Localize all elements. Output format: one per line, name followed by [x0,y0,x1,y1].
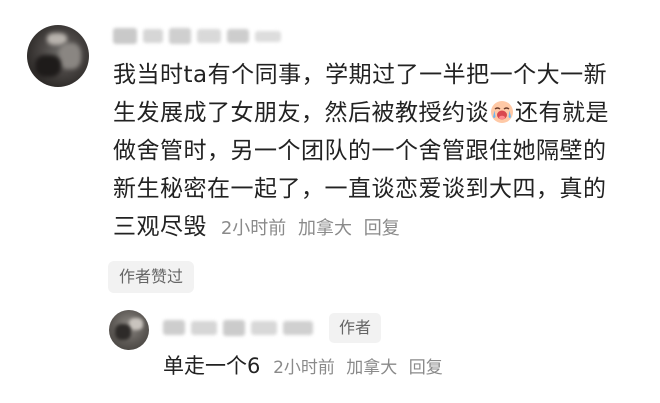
commenter-avatar[interactable] [27,25,89,87]
reply-meta: 2小时前 加拿大 回复 [267,358,443,378]
crying-face-emoji-icon [491,101,513,123]
comment-thread: 我当时ta有个同事，学期过了一半把一个大一新 生发展成了女朋友，然后被教授约谈 … [0,0,660,403]
comment-location: 加拿大 [298,218,352,239]
reply-reply-button[interactable]: 回复 [409,358,443,378]
commenter-username-blurred[interactable] [113,24,283,46]
reply-location: 加拿大 [346,358,398,378]
reply-content: 单走一个6 [163,354,261,378]
reply-username-blurred[interactable] [163,316,323,338]
author-tag: 作者 [329,313,382,343]
reply-avatar[interactable] [109,310,149,350]
reply-body: 单走一个6 2小时前 加拿大 回复 [163,349,443,385]
comment-body: 我当时ta有个同事，学期过了一半把一个大一新 生发展成了女朋友，然后被教授约谈 … [113,56,638,248]
reply-time: 2小时前 [273,358,335,378]
comment-reply-button[interactable]: 回复 [364,218,400,239]
comment-meta: 2小时前 加拿大 回复 [215,218,400,239]
comment-line-4: 新生秘密在一起了，一直谈恋爱谈到大四，真的 [113,176,607,202]
comment-line-2b: 还有就是 [515,100,609,126]
comment-line-5: 三观尽毁 [113,214,207,240]
comment-line-3: 做舍管时，另一个团队的一个舍管跟住她隔壁的 [113,138,607,164]
author-liked-badge: 作者赞过 [108,261,195,293]
comment-line-1: 我当时ta有个同事，学期过了一半把一个大一新 [113,62,608,88]
comment-line-2: 生发展成了女朋友，然后被教授约谈 [113,100,489,126]
comment-time: 2小时前 [220,218,287,239]
